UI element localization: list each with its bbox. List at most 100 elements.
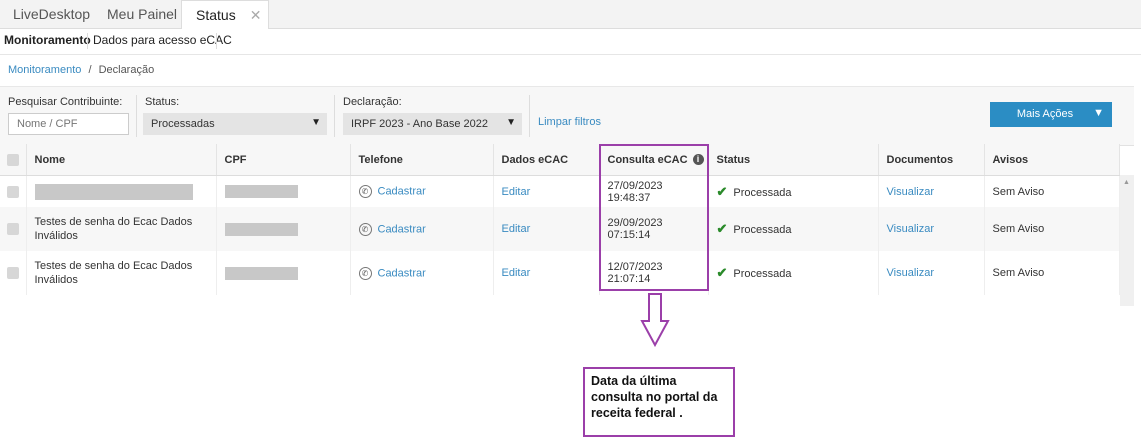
- redacted-cpf: [224, 185, 298, 198]
- nome-cell: Testes de senha do Ecac Dados Inválidos: [26, 207, 217, 251]
- documentos-cell: Visualizar: [878, 207, 985, 251]
- dados-ecac-cell: Editar: [493, 251, 600, 295]
- column-header-nome[interactable]: Nome: [26, 144, 217, 176]
- contribuintes-table: Nome CPF Telefone Dados eCAC Consulta eC…: [0, 144, 1120, 295]
- annotation-highlight-box: [599, 144, 709, 291]
- breadcrumb-link-monitoramento[interactable]: Monitoramento: [8, 64, 81, 76]
- clear-filters-link[interactable]: Limpar filtros: [538, 116, 601, 128]
- caret-down-icon: ▼: [506, 117, 516, 128]
- visualizar-link[interactable]: Visualizar: [887, 186, 935, 198]
- row-checkbox-cell: [0, 251, 27, 295]
- status-text: Processada: [733, 224, 792, 236]
- table-row: Testes de senha do Ecac Dados Inválidos …: [0, 251, 1120, 295]
- tab-label: Meu Painel: [107, 6, 178, 22]
- whatsapp-icon: ✆: [358, 266, 372, 280]
- status-cell: ✔ Processada: [708, 175, 879, 207]
- dados-ecac-cell: Editar: [493, 207, 600, 251]
- subtab-monitoramento[interactable]: Monitoramento: [4, 33, 91, 47]
- breadcrumb-separator: /: [88, 64, 92, 76]
- contribuinte-label: Pesquisar Contribuinte:: [8, 96, 123, 108]
- caret-down-icon: ▼: [311, 117, 321, 128]
- cpf-cell: [216, 175, 351, 207]
- cpf-cell: [216, 251, 351, 295]
- check-icon: ✔: [716, 221, 728, 236]
- redacted-name: [34, 183, 193, 200]
- top-tab-bar: LiveDesktop Meu Painel Status ✕: [0, 0, 1141, 29]
- annotation-note: Data da última consulta no portal da rec…: [583, 367, 735, 437]
- visualizar-link[interactable]: Visualizar: [887, 267, 935, 279]
- annotation-down-arrow-icon: [640, 293, 670, 347]
- caret-down-icon: ▼: [1093, 107, 1104, 119]
- vertical-scrollbar[interactable]: ▲: [1120, 175, 1134, 306]
- redacted-cpf: [224, 266, 298, 280]
- documentos-cell: Visualizar: [878, 251, 985, 295]
- status-cell: ✔ Processada: [708, 207, 879, 251]
- breadcrumb-current: Declaração: [98, 64, 155, 76]
- divider: [216, 33, 217, 49]
- check-icon: ✔: [716, 265, 728, 280]
- scroll-up-arrow-icon[interactable]: ▲: [1123, 179, 1130, 186]
- select-all-checkbox-cell: [0, 144, 27, 176]
- cadastrar-link[interactable]: Cadastrar: [378, 223, 426, 235]
- documentos-cell: Visualizar: [878, 175, 985, 207]
- cpf-cell: [216, 207, 351, 251]
- status-select[interactable]: Processadas ▼: [143, 113, 327, 135]
- declaracao-select-value: IRPF 2023 - Ano Base 2022: [351, 118, 488, 130]
- avisos-cell: Sem Aviso: [984, 207, 1120, 251]
- row-checkbox[interactable]: [7, 185, 19, 198]
- status-select-value: Processadas: [151, 118, 215, 130]
- column-header-dados-ecac[interactable]: Dados eCAC: [493, 144, 600, 176]
- table-row: Testes de senha do Ecac Dados Inválidos …: [0, 207, 1120, 251]
- table-row: ✆ Cadastrar Editar 27/09/2023 19:48:37 ✔ P…: [0, 175, 1120, 207]
- cadastrar-link[interactable]: Cadastrar: [378, 267, 426, 279]
- check-icon: ✔: [716, 183, 728, 199]
- tab-status[interactable]: Status ✕: [181, 0, 269, 29]
- editar-link[interactable]: Editar: [502, 186, 531, 198]
- column-header-documentos[interactable]: Documentos: [878, 144, 985, 176]
- telefone-cell: ✆ Cadastrar: [350, 251, 494, 295]
- table-header-row: Nome CPF Telefone Dados eCAC Consulta eC…: [0, 144, 1120, 176]
- breadcrumb: Monitoramento / Declaração: [8, 64, 154, 76]
- visualizar-link[interactable]: Visualizar: [887, 223, 935, 235]
- status-label: Status:: [145, 96, 180, 108]
- close-icon[interactable]: ✕: [250, 7, 262, 23]
- divider: [136, 95, 137, 137]
- declaracao-select[interactable]: IRPF 2023 - Ano Base 2022 ▼: [343, 113, 522, 135]
- row-checkbox-cell: [0, 207, 27, 251]
- more-actions-button[interactable]: Mais Ações ▼: [990, 102, 1112, 127]
- select-all-checkbox[interactable]: [7, 153, 19, 166]
- avisos-cell: Sem Aviso: [984, 251, 1120, 295]
- filter-bar: Pesquisar Contribuinte: Status: Processa…: [0, 86, 1134, 146]
- status-cell: ✔ Processada: [708, 251, 879, 295]
- tab-livedesktop[interactable]: LiveDesktop: [13, 0, 90, 28]
- redacted-cpf: [224, 222, 298, 236]
- cadastrar-link[interactable]: Cadastrar: [378, 185, 426, 197]
- whatsapp-icon: ✆: [358, 185, 372, 198]
- editar-link[interactable]: Editar: [502, 223, 531, 235]
- column-header-telefone[interactable]: Telefone: [350, 144, 494, 176]
- tab-label: LiveDesktop: [13, 6, 91, 22]
- whatsapp-icon: ✆: [358, 222, 372, 236]
- row-checkbox[interactable]: [7, 267, 19, 280]
- tab-meu-painel[interactable]: Meu Painel: [107, 0, 177, 28]
- sub-tab-bar: Monitoramento Dados para acesso eCAC: [0, 29, 1141, 55]
- status-text: Processada: [733, 186, 792, 199]
- divider: [529, 95, 530, 137]
- row-checkbox-cell: [0, 175, 27, 207]
- tab-label: Status: [196, 7, 236, 23]
- column-header-cpf[interactable]: CPF: [216, 144, 351, 176]
- column-header-avisos[interactable]: Avisos: [984, 144, 1120, 176]
- row-checkbox[interactable]: [7, 223, 19, 236]
- dados-ecac-cell: Editar: [493, 175, 600, 207]
- column-header-status[interactable]: Status: [708, 144, 879, 176]
- nome-cell: Testes de senha do Ecac Dados Inválidos: [26, 251, 217, 295]
- telefone-cell: ✆ Cadastrar: [350, 207, 494, 251]
- status-text: Processada: [733, 268, 792, 280]
- divider: [87, 33, 88, 49]
- contribuinte-search-input[interactable]: [8, 113, 129, 135]
- editar-link[interactable]: Editar: [502, 267, 531, 279]
- telefone-cell: ✆ Cadastrar: [350, 175, 494, 207]
- subtab-dados-ecac[interactable]: Dados para acesso eCAC: [93, 33, 232, 47]
- avisos-cell: Sem Aviso: [984, 175, 1120, 207]
- nome-cell: [26, 175, 217, 207]
